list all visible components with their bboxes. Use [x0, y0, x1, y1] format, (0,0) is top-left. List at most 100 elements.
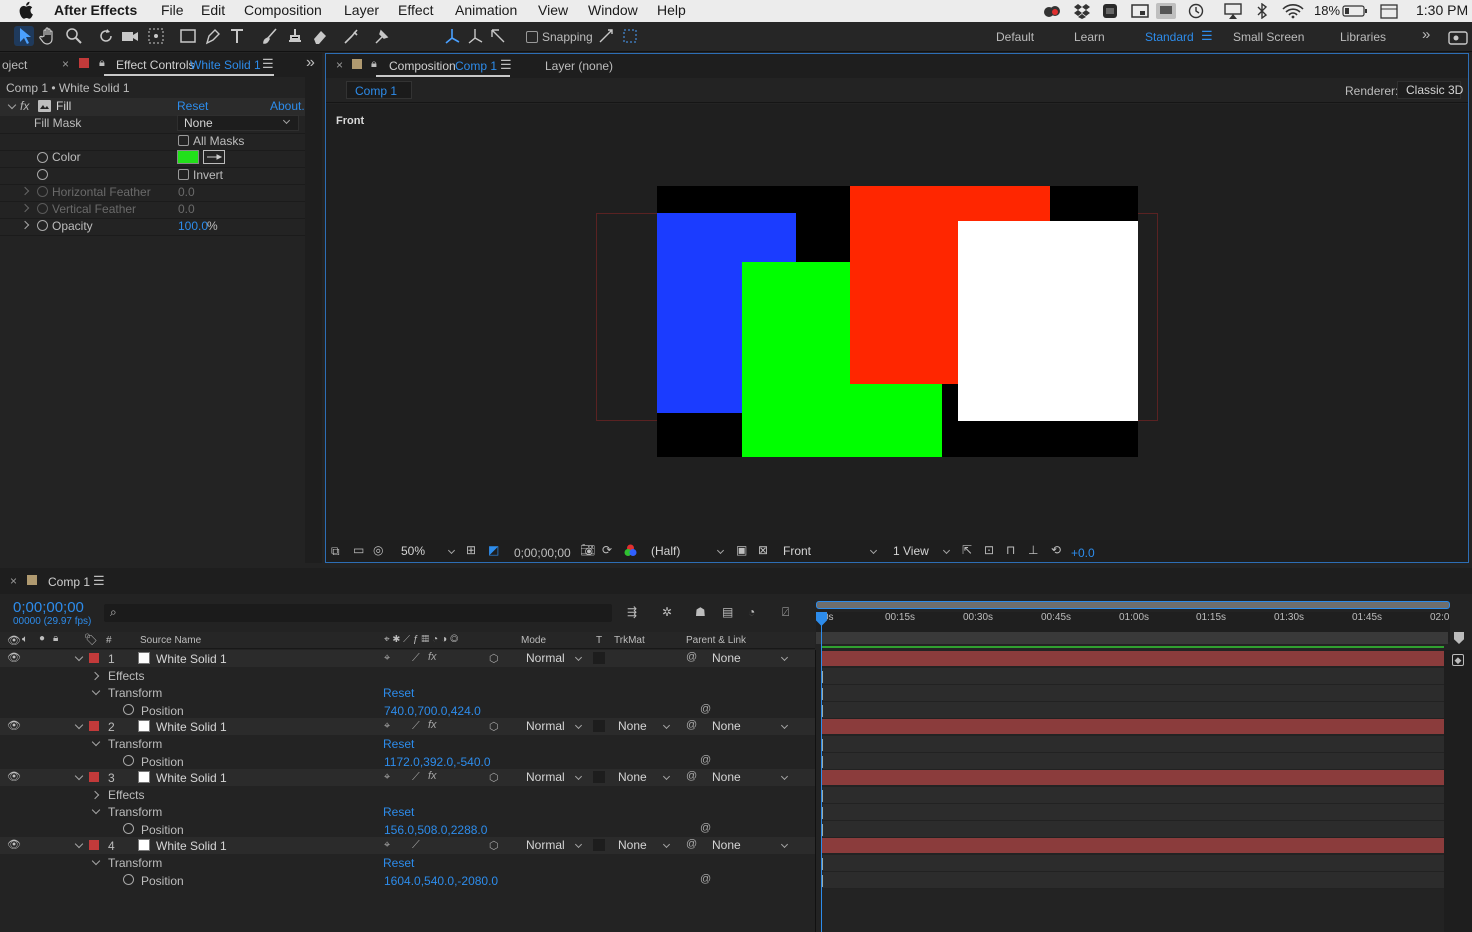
- effects-group-label[interactable]: Effects: [108, 788, 144, 802]
- renderer-dropdown[interactable]: Classic 3D: [1397, 81, 1463, 99]
- layer-visibility-eye-icon[interactable]: 👁︎: [7, 770, 21, 783]
- snap-edges-icon[interactable]: [596, 26, 616, 46]
- lock-icon[interactable]: 🔒︎: [99, 57, 105, 70]
- zoom-dropdown[interactable]: 50%: [395, 544, 457, 560]
- preserve-transparency-toggle[interactable]: [593, 839, 605, 851]
- hide-shy-layers-icon[interactable]: ☗: [695, 605, 706, 619]
- position-stopwatch-icon[interactable]: [123, 704, 134, 715]
- position-stopwatch-icon[interactable]: [123, 755, 134, 766]
- panel-menu-icon[interactable]: ☰: [262, 56, 274, 72]
- resolution-dropdown[interactable]: (Half): [645, 544, 729, 560]
- audio-column-icon[interactable]: 🔈︎: [22, 634, 28, 645]
- snap-features-icon[interactable]: [620, 26, 640, 46]
- switches-column-icons[interactable]: ⌖✱⟋ƒ▦◔◑◎: [384, 634, 461, 645]
- parent-dropdown[interactable]: None: [706, 719, 794, 735]
- menu-composition[interactable]: Composition: [244, 2, 322, 18]
- position-value[interactable]: 740.0,700.0,424.0: [384, 704, 481, 718]
- 3d-layer-switch-icon[interactable]: ⬡: [489, 771, 499, 784]
- flowchart-icon[interactable]: ⊥: [1028, 543, 1038, 557]
- pick-whip-icon[interactable]: @: [686, 651, 697, 663]
- frame-blending-icon[interactable]: ▤: [722, 605, 733, 619]
- shy-switch-icon[interactable]: ⌖: [384, 652, 390, 665]
- always-preview-icon[interactable]: ⧉: [331, 544, 340, 559]
- region-of-interest-icon[interactable]: ▣: [736, 543, 747, 557]
- workspace-learn[interactable]: Learn: [1074, 30, 1105, 44]
- effect-switch-icon[interactable]: fx: [428, 719, 437, 731]
- wifi-icon[interactable]: [1282, 3, 1304, 19]
- layer-name[interactable]: White Solid 1: [156, 839, 227, 853]
- video-column-eye-icon[interactable]: 👁︎: [7, 634, 21, 647]
- comp-panel-menu-icon[interactable]: ☰: [500, 57, 512, 73]
- layer-duration-bar[interactable]: [822, 770, 1444, 785]
- effect-reset-link[interactable]: Reset: [177, 99, 208, 113]
- menu-view[interactable]: View: [538, 2, 568, 18]
- h-feather-stopwatch-icon[interactable]: [37, 186, 48, 197]
- layer-duration-bar[interactable]: [822, 838, 1444, 853]
- playhead-line[interactable]: [821, 612, 822, 932]
- trkmat-column-header[interactable]: TrkMat: [614, 635, 645, 646]
- position-stopwatch-icon[interactable]: [123, 874, 134, 885]
- expression-pick-whip-icon[interactable]: @: [700, 754, 711, 766]
- effect-controls-tab[interactable]: Effect Controls: [116, 58, 194, 72]
- draft-3d-icon[interactable]: ✲: [662, 605, 672, 619]
- battery-icon[interactable]: [1342, 3, 1368, 19]
- preserve-transparency-toggle[interactable]: [593, 771, 605, 783]
- fx-icon[interactable]: fx: [20, 99, 29, 113]
- safe-zones-icon[interactable]: ⊞: [466, 543, 476, 557]
- mask-visibility-icon[interactable]: ◎: [373, 543, 383, 557]
- lock-column-icon[interactable]: 🔒︎: [53, 633, 58, 644]
- pick-whip-icon[interactable]: @: [686, 838, 697, 850]
- bluetooth-icon[interactable]: [1256, 3, 1268, 19]
- layer-label-color[interactable]: [89, 653, 99, 663]
- marker-icon[interactable]: ◆: [1452, 654, 1464, 666]
- composition-tab-name[interactable]: Comp 1: [455, 59, 497, 73]
- position-value[interactable]: 1172.0,392.0,-540.0: [384, 755, 491, 769]
- close-timeline-tab-icon[interactable]: ×: [10, 574, 17, 588]
- display-icon[interactable]: [1156, 3, 1176, 19]
- timeline-timecode[interactable]: 0;00;00;00: [13, 599, 84, 616]
- layer-duration-bar[interactable]: [822, 651, 1444, 666]
- position-stopwatch-icon[interactable]: [123, 823, 134, 834]
- type-tool-icon[interactable]: [228, 26, 248, 46]
- timeline-menu-icon[interactable]: ☰: [93, 573, 105, 589]
- app-tray-icon[interactable]: [1102, 3, 1118, 19]
- transparency-toggle-icon[interactable]: ⊠: [758, 543, 768, 557]
- panel-overflow-icon[interactable]: »: [306, 54, 315, 72]
- layer-tab[interactable]: Layer (none): [545, 59, 613, 73]
- workspace-small-screen[interactable]: Small Screen: [1233, 30, 1304, 44]
- opacity-value[interactable]: 100.0: [178, 219, 208, 233]
- menu-animation[interactable]: Animation: [455, 2, 517, 18]
- shy-switch-icon[interactable]: ⌖: [384, 839, 390, 852]
- effect-switch-icon[interactable]: fx: [428, 770, 437, 782]
- layer-search-input[interactable]: [104, 604, 612, 622]
- menu-window[interactable]: Window: [588, 2, 638, 18]
- expression-pick-whip-icon[interactable]: @: [700, 703, 711, 715]
- expression-pick-whip-icon[interactable]: @: [700, 873, 711, 885]
- menu-effect[interactable]: Effect: [398, 2, 434, 18]
- clone-stamp-tool-icon[interactable]: [285, 26, 305, 46]
- project-tab[interactable]: oject: [2, 58, 27, 72]
- color-stopwatch-icon[interactable]: [37, 152, 48, 163]
- layer-visibility-eye-icon[interactable]: 👁︎: [7, 838, 21, 851]
- parent-dropdown[interactable]: None: [706, 838, 794, 854]
- transform-reset-link[interactable]: Reset: [383, 686, 414, 700]
- app-name[interactable]: After Effects: [54, 2, 137, 18]
- scrollbar-track[interactable]: [305, 77, 322, 563]
- effect-about-link[interactable]: About.: [270, 99, 305, 113]
- close-comp-tab-icon[interactable]: ×: [336, 58, 343, 72]
- workspace-menu-icon[interactable]: ☰: [1201, 28, 1213, 44]
- transform-group-label[interactable]: Transform: [108, 737, 162, 751]
- time-navigator[interactable]: [816, 632, 1448, 644]
- color-channels-icon[interactable]: [624, 544, 637, 557]
- transform-reset-link[interactable]: Reset: [383, 737, 414, 751]
- layer-name[interactable]: White Solid 1: [156, 771, 227, 785]
- local-axis-icon[interactable]: [442, 26, 462, 46]
- h-feather-value[interactable]: 0.0: [178, 185, 195, 199]
- world-axis-icon[interactable]: [465, 26, 485, 46]
- h-feather-expand-icon[interactable]: [20, 186, 30, 196]
- all-masks-checkbox[interactable]: [178, 135, 189, 146]
- composition-mini-flowchart-icon[interactable]: ⇶: [627, 605, 637, 619]
- timeline-tab[interactable]: Comp 1: [48, 575, 90, 589]
- workspace-libraries[interactable]: Libraries: [1340, 30, 1386, 44]
- shy-switch-icon[interactable]: ⌖: [384, 771, 390, 784]
